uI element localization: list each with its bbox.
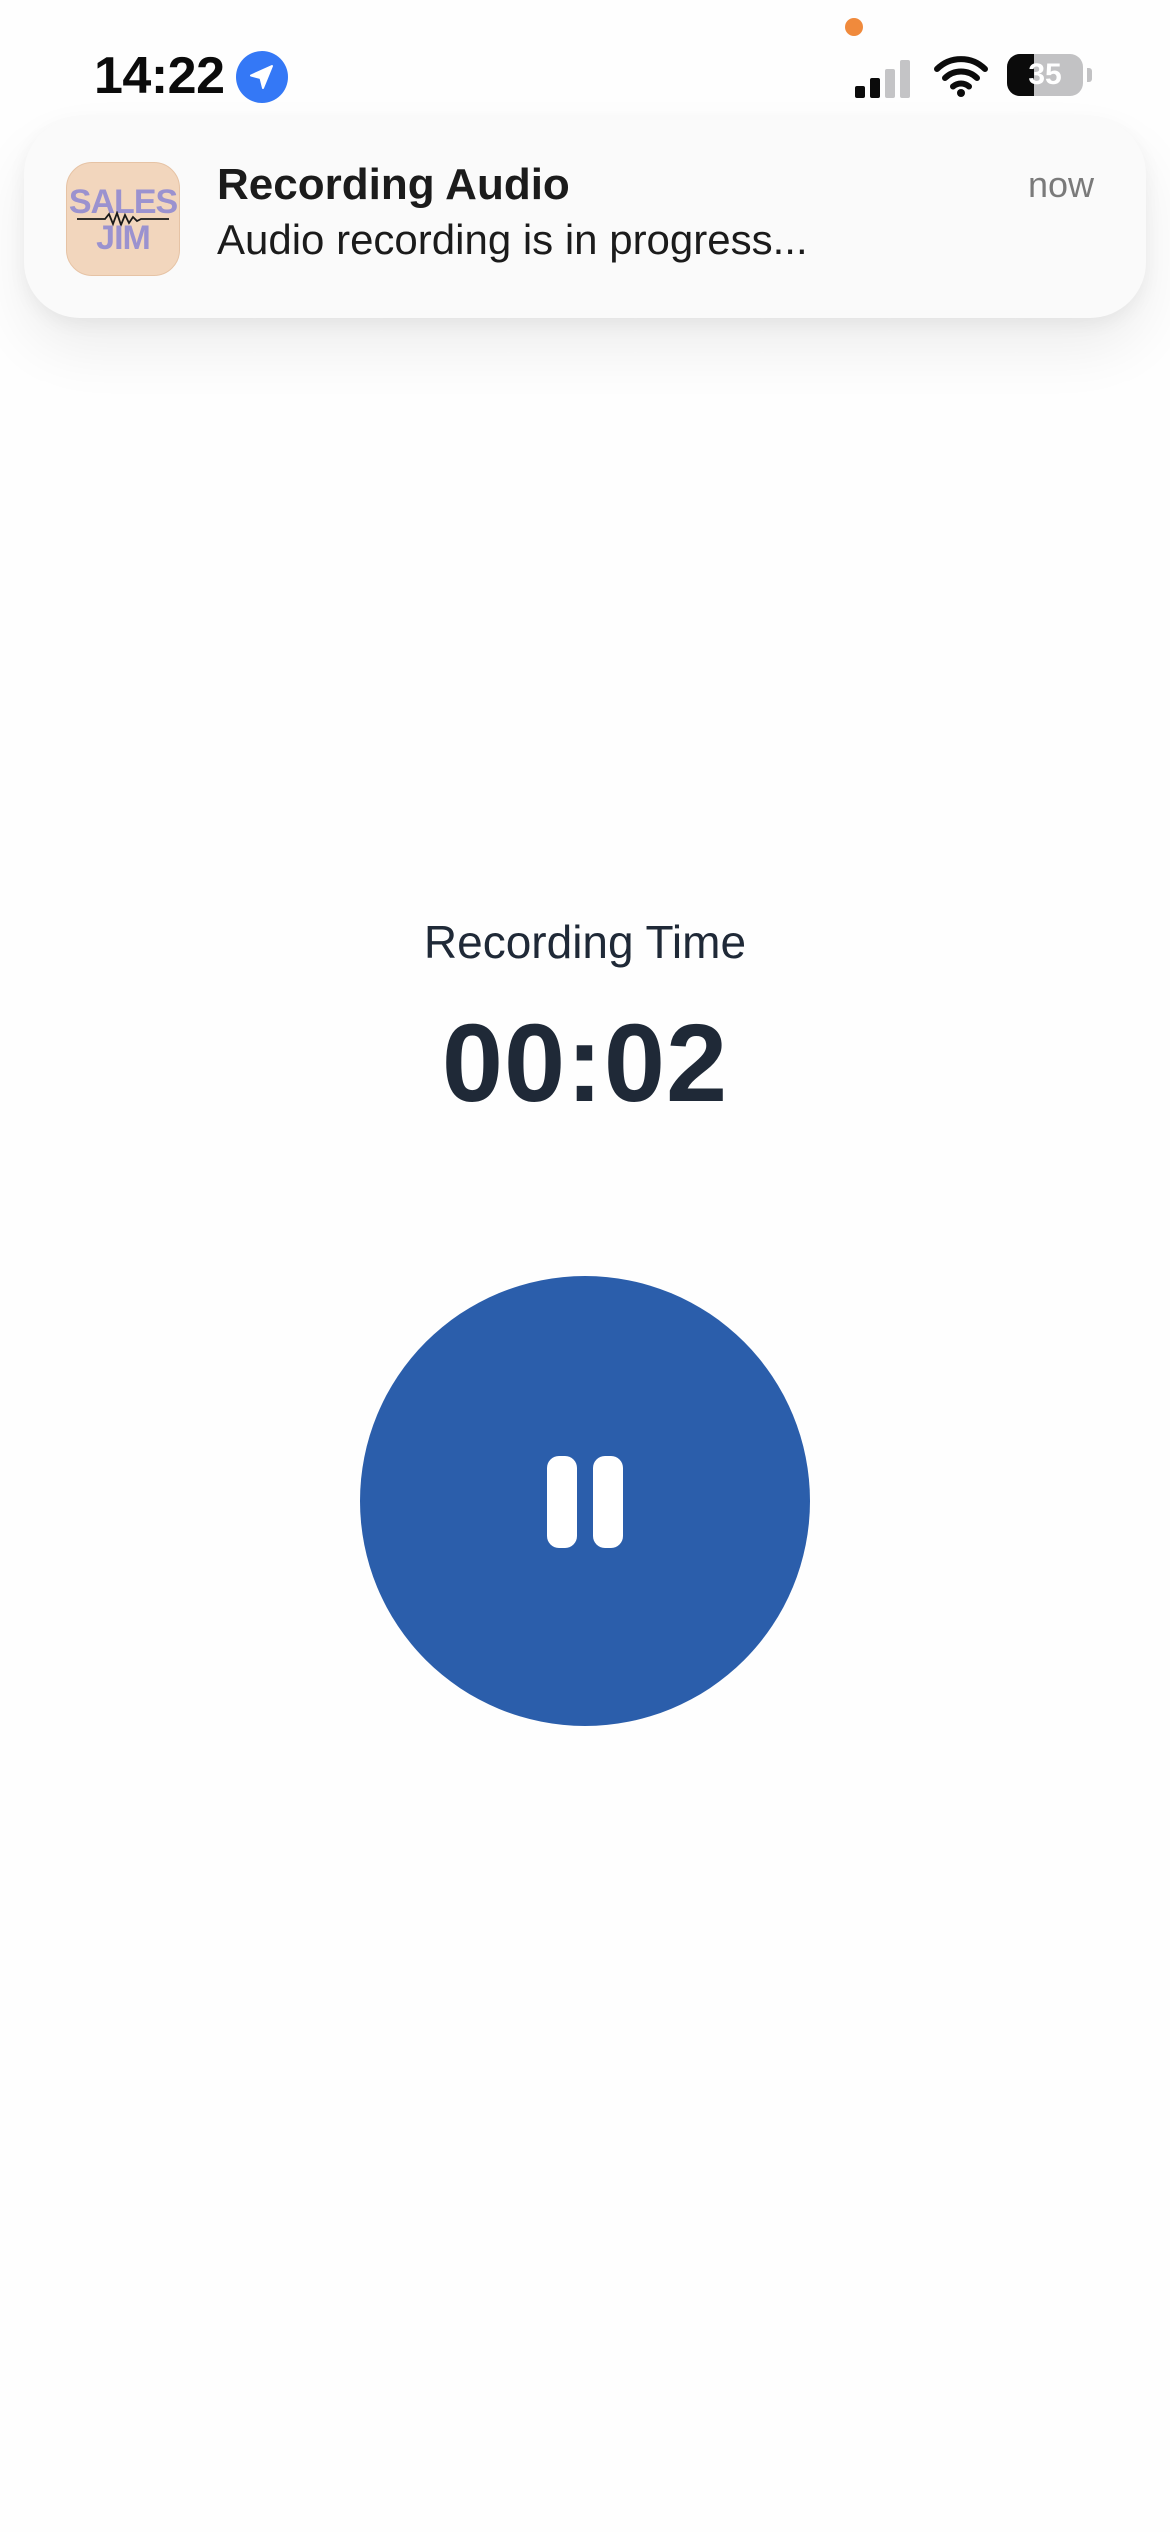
notification-body: Audio recording is in progress... [217,216,808,263]
cellular-signal-icon [855,60,910,98]
sales-jim-app-icon: SALES JIM [66,162,180,276]
battery-icon: 35 [1007,54,1093,98]
status-time: 14:22 [94,47,225,105]
battery-cap [1087,68,1092,82]
app-icon-text-jim: JIM [96,219,151,257]
recording-timer: 00:02 [441,1002,729,1125]
privacy-indicator-dot [845,18,863,36]
recording-time-label: Recording Time [423,916,747,968]
battery-percent: 35 [1028,58,1062,91]
battery-body: 35 [1007,54,1083,96]
notification-time: now [1027,164,1094,205]
wifi-icon [934,56,988,97]
location-arrow-icon [236,51,288,103]
notification-banner[interactable]: SALES JIM Recording Audio Audio recordin… [24,118,1146,318]
notification-title: Recording Audio [217,160,570,209]
pause-icon [547,1456,623,1548]
